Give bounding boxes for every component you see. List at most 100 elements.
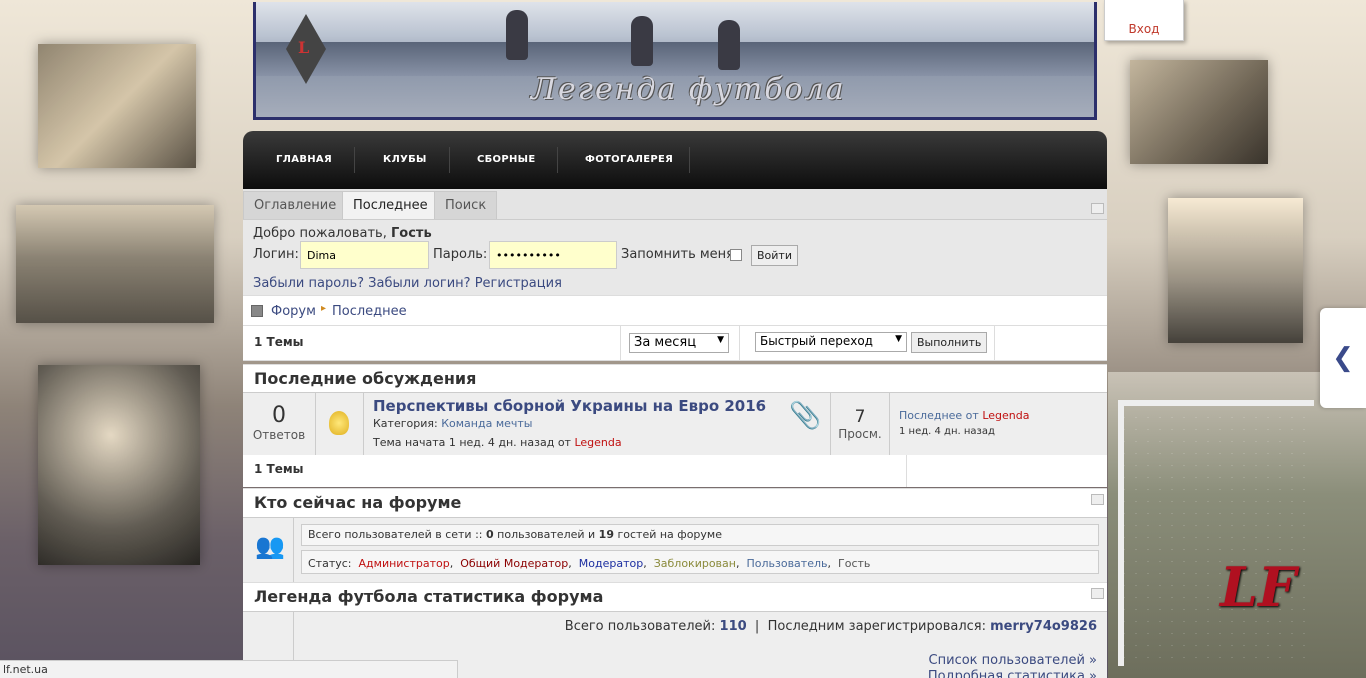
status-guest[interactable]: Гость [838, 557, 870, 570]
dropdown-arrow-icon: ▼ [895, 334, 902, 344]
side-photo-5 [1168, 198, 1303, 343]
online-users-count: 0 [486, 528, 494, 541]
nav-separator [557, 147, 558, 173]
goal-net [1118, 400, 1314, 666]
stats-heading: Легенда футбола статистика форума [254, 587, 604, 606]
breadcrumb-arrow-icon: ▸ [321, 303, 327, 314]
go-button[interactable]: Выполнить [911, 332, 988, 353]
collapse-icon[interactable] [1091, 203, 1104, 214]
side-photo-1 [38, 44, 196, 168]
views-cell: 7 Просм. [831, 407, 889, 441]
welcome-label: Добро пожаловать, [253, 226, 387, 241]
login-button[interactable]: Войти [751, 245, 798, 266]
topic-toolbar: 1 Темы За месяц ▼ Быстрый переход ▼ Выполн… [243, 325, 1107, 361]
stats-section-header: Легенда футбола статистика форума [243, 582, 1107, 611]
cell-divider [889, 393, 890, 455]
status-global-mod[interactable]: Общий Модератор [460, 557, 568, 570]
started-by-label: от [557, 436, 571, 449]
last-registered-label: Последним зарегистрировался: [767, 619, 986, 634]
latest-heading: Последние обсуждения [254, 369, 477, 388]
topic-title[interactable]: Перспективы сборной Украины на Евро 2016 [373, 397, 766, 415]
remember-checkbox[interactable] [730, 249, 742, 261]
replies-label: Ответов [252, 428, 306, 442]
side-panel-toggle[interactable]: ❮ [1320, 308, 1366, 408]
lightbulb-icon [329, 411, 349, 435]
side-photo-4 [1130, 60, 1268, 164]
author-link[interactable]: Legenda [574, 436, 621, 449]
nav-gallery[interactable]: ФОТОГАЛЕРЕЯ [585, 154, 673, 165]
category-label: Категория: [373, 417, 438, 430]
users-icon: 👥 [255, 532, 285, 560]
nav-home[interactable]: ГЛАВНАЯ [276, 154, 332, 165]
status-user[interactable]: Пользователь [746, 557, 827, 570]
cell-divider [293, 518, 294, 582]
welcome-text: Добро пожаловать, Гость [253, 226, 432, 241]
user-list-link[interactable]: Список пользователей » [929, 653, 1097, 668]
started-text: Тема начата 1 нед. 4 дн. назад [373, 436, 555, 449]
topic-started: Тема начата 1 нед. 4 дн. назад от Legend… [373, 436, 622, 449]
breadcrumb-current[interactable]: Последнее [332, 304, 407, 319]
status-moderator[interactable]: Модератор [579, 557, 643, 570]
online-guests-count: 19 [598, 528, 614, 541]
password-input[interactable]: •••••••••• [489, 241, 617, 269]
topic-category: Категория: Команда мечты [373, 417, 532, 430]
banner-player [631, 16, 653, 66]
online-users-label: пользователей и [497, 528, 596, 541]
replies-count: 0 [272, 403, 286, 428]
tab-latest[interactable]: Последнее [342, 191, 439, 219]
tab-index[interactable]: Оглавление [243, 191, 348, 219]
breadcrumb-forum[interactable]: Форум [271, 304, 316, 319]
footer-topics-count: 1 Темы [254, 462, 304, 476]
detailed-stats-link[interactable]: Подробная статистика » [928, 669, 1097, 678]
status-legend: Статус: Администратор, Общий Модератор, … [301, 550, 1099, 574]
login-label: Логин: [253, 247, 299, 262]
lf-logo: LF [1220, 555, 1297, 619]
cell-divider [315, 393, 316, 455]
online-guests-label: гостей на форуме [617, 528, 722, 541]
remember-label: Запомнить меня [621, 247, 735, 262]
topics-count: 1 Темы [254, 335, 304, 349]
side-photo-3 [38, 365, 200, 565]
last-registered-link[interactable]: merry74o9826 [990, 619, 1097, 634]
replies-cell: 0 Ответов [243, 403, 315, 442]
status-admin[interactable]: Администратор [359, 557, 450, 570]
register-link[interactable]: Регистрация [475, 276, 562, 291]
forum-tabs: Оглавление Последнее Поиск [243, 189, 1107, 219]
login-input[interactable]: Dima [300, 241, 429, 269]
collapse-icon[interactable] [1091, 494, 1104, 505]
login-box: Добро пожаловать, Гость Логин: Dima Паро… [243, 219, 1107, 296]
collapse-icon[interactable] [1091, 588, 1104, 599]
who-section-header: Кто сейчас на форуме [243, 488, 1107, 517]
total-users-count: 110 [719, 619, 747, 634]
nav-clubs[interactable]: КЛУБЫ [383, 154, 427, 165]
nav-national-teams[interactable]: СБОРНЫЕ [477, 154, 535, 165]
forgot-password-link[interactable]: Забыли пароль? [253, 276, 364, 291]
tab-search[interactable]: Поиск [434, 191, 498, 219]
forgot-login-link[interactable]: Забыли логин? [368, 276, 470, 291]
toolbar-divider [994, 326, 995, 360]
period-select[interactable]: За месяц ▼ [629, 333, 729, 353]
footer-divider [906, 455, 907, 487]
quick-jump-select[interactable]: Быстрый переход ▼ [755, 332, 907, 352]
breadcrumb: Форум ▸ Последнее [243, 295, 1107, 326]
last-author-link[interactable]: Legenda [982, 409, 1029, 422]
password-label: Пароль: [433, 247, 488, 262]
site-banner[interactable]: L Легенда футбола [253, 2, 1097, 120]
nav-separator [354, 147, 355, 173]
side-photo-2 [16, 205, 214, 323]
toolbar-divider [620, 326, 621, 360]
status-banned[interactable]: Заблокирован [654, 557, 736, 570]
who-heading: Кто сейчас на форуме [254, 493, 462, 512]
chevron-left-icon: ❮ [1332, 343, 1354, 373]
cell-divider [363, 393, 364, 455]
total-users-label: Всего пользователей: [564, 619, 716, 634]
category-link[interactable]: Команда мечты [441, 417, 532, 430]
account-links: Забыли пароль? Забыли логин? Регистрация [253, 276, 562, 291]
views-label: Просм. [838, 427, 882, 441]
banner-player [506, 10, 528, 60]
period-value: За месяц [634, 335, 697, 350]
last-post-time: 1 нед. 4 дн. назад [899, 426, 995, 437]
online-summary: Всего пользователей в сети :: 0 пользова… [301, 524, 1099, 546]
login-link[interactable]: Вход [1104, 0, 1184, 41]
latest-section-header: Последние обсуждения [243, 364, 1107, 393]
